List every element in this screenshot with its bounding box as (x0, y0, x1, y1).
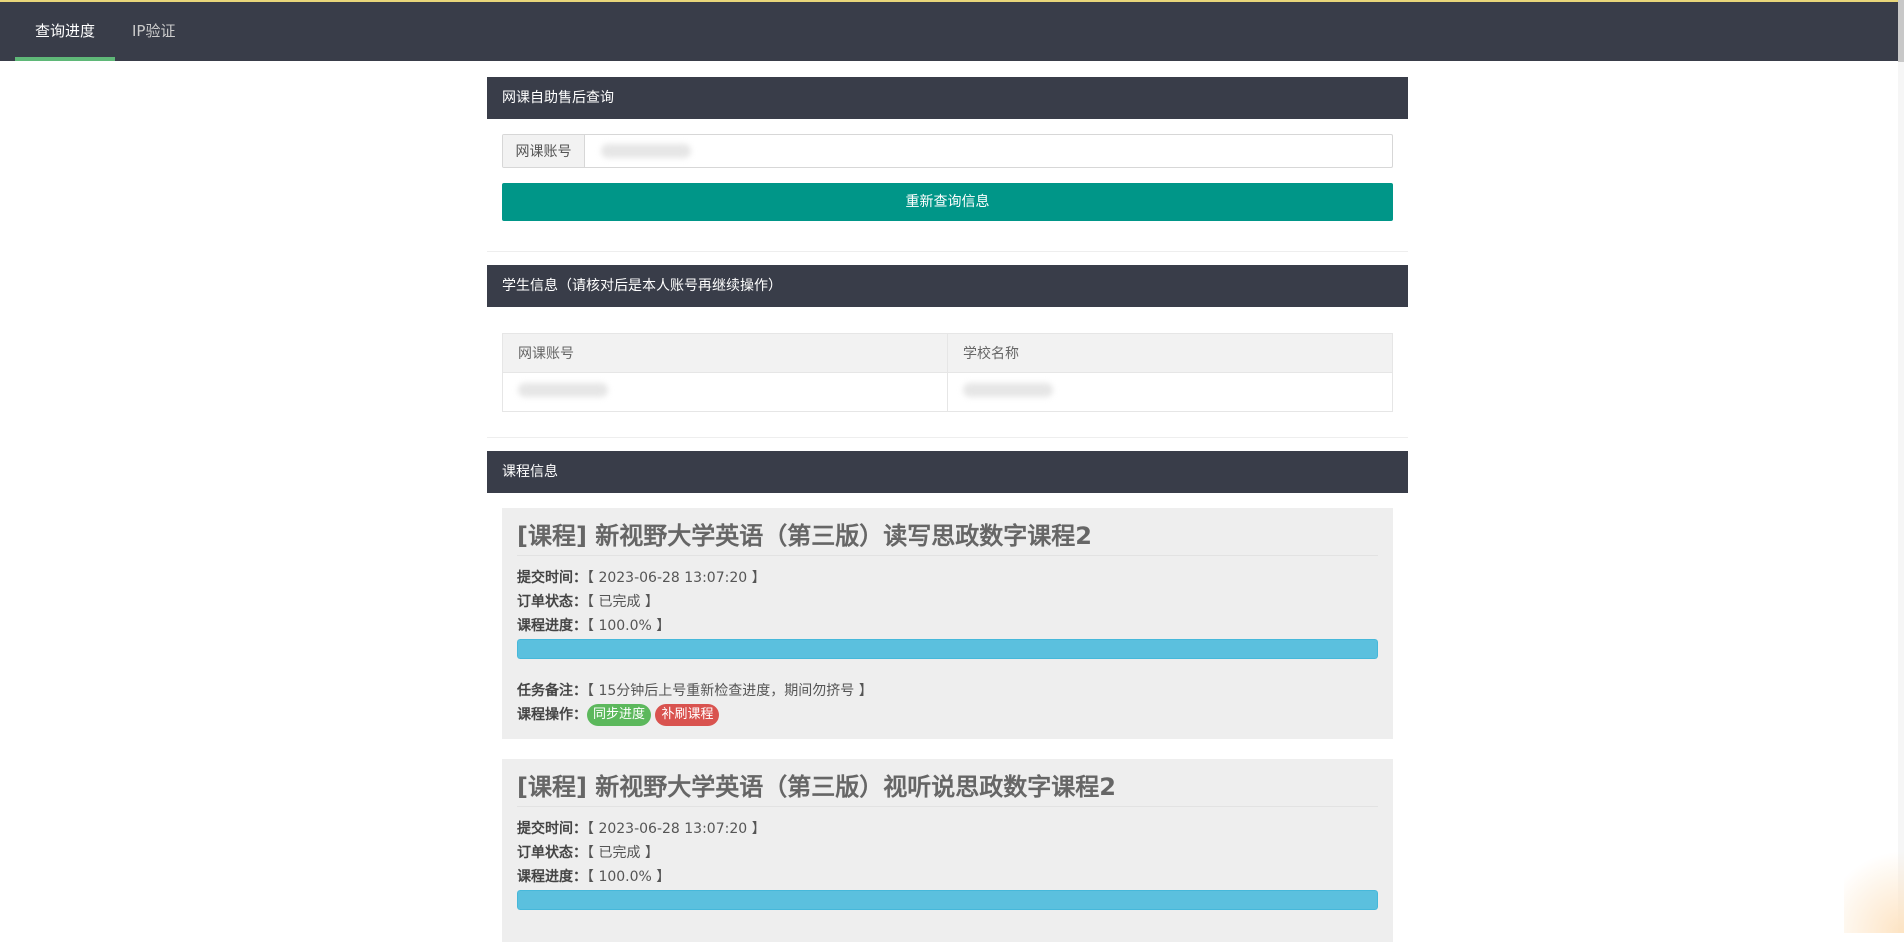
progress-line: 课程进度：【 100.0% 】 (517, 865, 1378, 889)
progress-track (517, 890, 1378, 910)
progress-value: 【 100.0% 】 (587, 869, 670, 885)
cell-school (948, 373, 1393, 412)
task-note-value: 【 15分钟后上号重新检查进度，期间勿挤号 】 (587, 683, 873, 699)
progress-bar (517, 890, 1378, 910)
submit-time-line: 提交时间：【 2023-06-28 13:07:20 】 (517, 566, 1378, 590)
course-panel-title: 课程信息 (487, 451, 1408, 493)
student-info-table: 网课账号 学校名称 (502, 333, 1393, 412)
cell-account (503, 373, 948, 412)
scrollbar-thumb[interactable] (1898, 0, 1904, 62)
submit-time-value: 【 2023-06-28 13:07:20 】 (587, 821, 766, 837)
progress-bar (517, 639, 1378, 659)
order-status-value: 【 已完成 】 (587, 594, 659, 610)
refill-course-button[interactable]: 补刷课程 (655, 704, 719, 726)
progress-label: 课程进度： (517, 618, 587, 634)
course-ops-label: 课程操作： (517, 707, 587, 723)
requery-button[interactable]: 重新查询信息 (502, 183, 1393, 221)
tab-ip-verify[interactable]: IP验证 (112, 2, 195, 61)
task-note-line: 任务备注：【 15分钟后上号重新检查进度，期间勿挤号 】 (517, 679, 1378, 703)
table-header-row: 网课账号 学校名称 (503, 334, 1393, 373)
submit-time-label: 提交时间： (517, 821, 587, 837)
corner-decoration (1844, 833, 1904, 933)
column-account: 网课账号 (503, 334, 948, 373)
order-status-value: 【 已完成 】 (587, 845, 659, 861)
order-status-line: 订单状态：【 已完成 】 (517, 590, 1378, 614)
submit-time-label: 提交时间： (517, 570, 587, 586)
account-input-group: 网课账号 (502, 134, 1393, 168)
submit-time-line: 提交时间：【 2023-06-28 13:07:20 】 (517, 817, 1378, 841)
course-title: [课程] 新视野大学英语（第三版）读写思政数字课程2 (517, 516, 1378, 556)
order-status-label: 订单状态： (517, 594, 587, 610)
page-scrollbar[interactable] (1898, 0, 1904, 933)
progress-line: 课程进度：【 100.0% 】 (517, 614, 1378, 638)
submit-time-value: 【 2023-06-28 13:07:20 】 (587, 570, 766, 586)
student-panel-title: 学生信息（请核对后是本人账号再继续操作） (487, 265, 1408, 307)
progress-track (517, 639, 1378, 659)
course-panel: 课程信息 [课程] 新视野大学英语（第三版）读写思政数字课程2 提交时间：【 2… (487, 451, 1408, 942)
main-content: 网课自助售后查询 网课账号 重新查询信息 学生信息（请核对后是本人账号再继续操作… (487, 77, 1408, 942)
course-card: [课程] 新视野大学英语（第三版）视听说思政数字课程2 提交时间：【 2023-… (502, 759, 1393, 942)
task-note-label: 任务备注： (517, 683, 587, 699)
progress-label: 课程进度： (517, 869, 587, 885)
progress-value: 【 100.0% 】 (587, 618, 670, 634)
query-panel: 网课自助售后查询 网课账号 重新查询信息 (487, 77, 1408, 252)
course-title: [课程] 新视野大学英语（第三版）视听说思政数字课程2 (517, 767, 1378, 807)
sync-progress-button[interactable]: 同步进度 (587, 704, 651, 726)
order-status-label: 订单状态： (517, 845, 587, 861)
redacted-account (601, 144, 691, 158)
query-panel-title: 网课自助售后查询 (487, 77, 1408, 119)
course-ops-line: 课程操作：同步进度 补刷课程 (517, 703, 1378, 727)
course-card: [课程] 新视野大学英语（第三版）读写思政数字课程2 提交时间：【 2023-0… (502, 508, 1393, 739)
top-nav: 查询进度 IP验证 (0, 0, 1904, 61)
order-status-line: 订单状态：【 已完成 】 (517, 841, 1378, 865)
tab-query-progress[interactable]: 查询进度 (15, 2, 115, 61)
redacted-school-value (963, 383, 1053, 397)
table-row (503, 373, 1393, 412)
account-input-label: 网课账号 (503, 135, 585, 167)
account-input[interactable] (585, 143, 1392, 159)
column-school: 学校名称 (948, 334, 1393, 373)
student-panel: 学生信息（请核对后是本人账号再继续操作） 网课账号 学校名称 (487, 265, 1408, 438)
redacted-account-value (518, 383, 608, 397)
